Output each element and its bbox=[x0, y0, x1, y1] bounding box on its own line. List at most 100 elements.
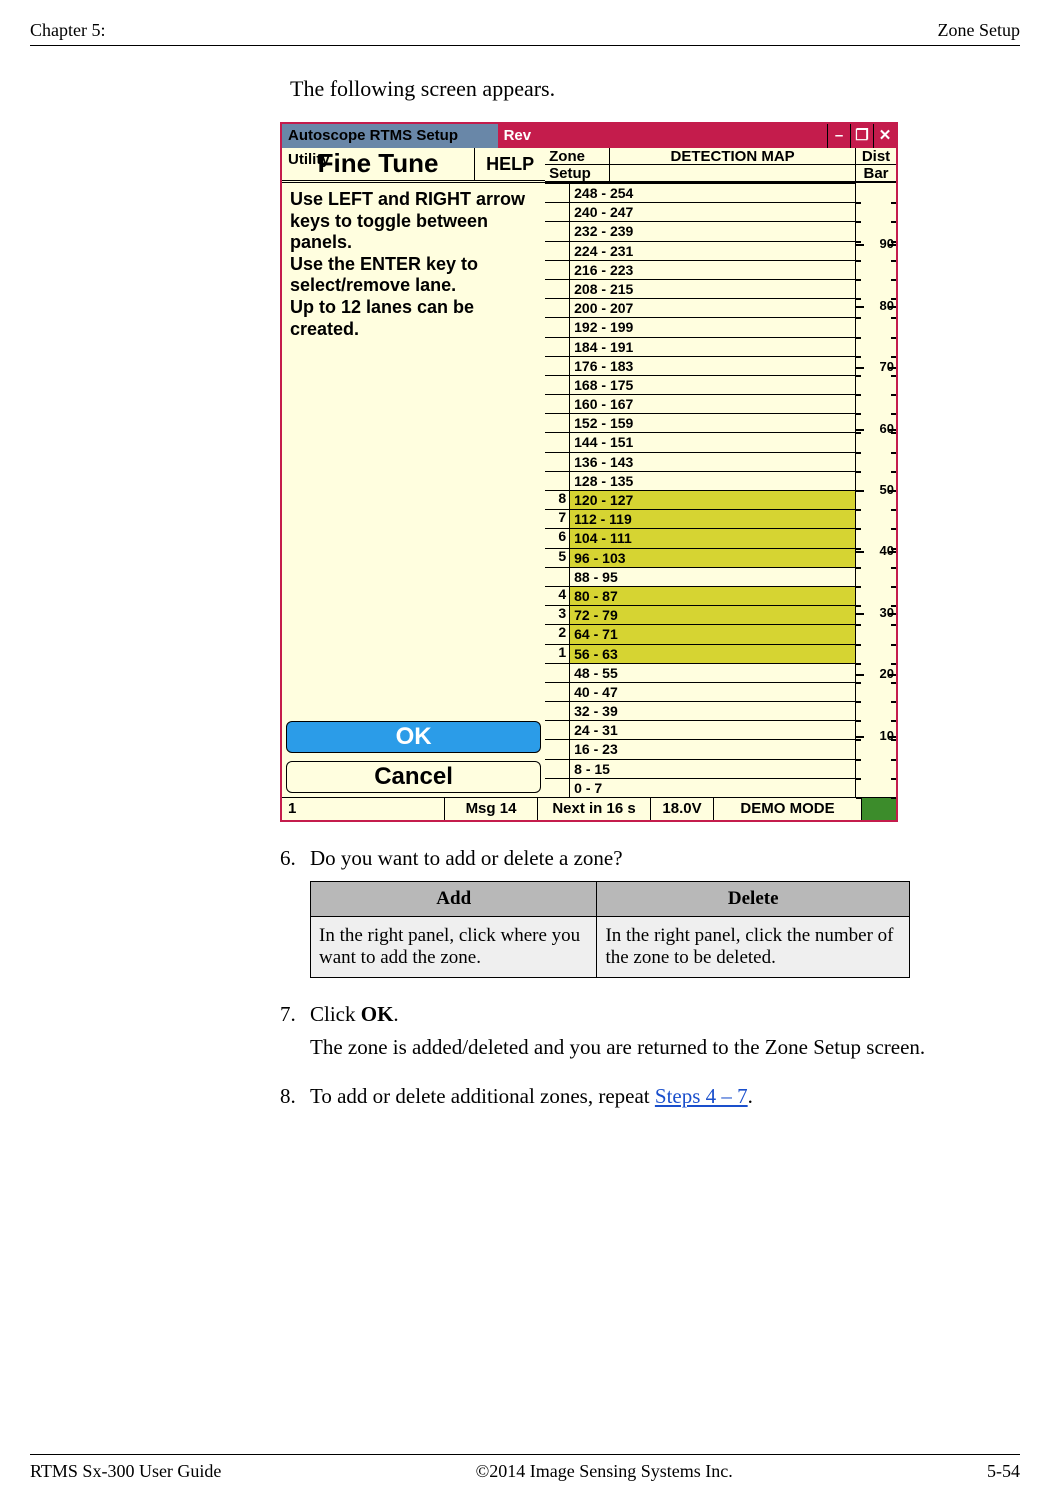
range-row[interactable]: 200 - 207 bbox=[570, 298, 855, 317]
add-cell: In the right panel, click where you want… bbox=[311, 917, 597, 978]
zone-cell[interactable] bbox=[545, 221, 569, 240]
range-row[interactable]: 128 - 135 bbox=[570, 471, 855, 490]
range-row[interactable]: 64 - 71 bbox=[570, 624, 855, 643]
status-next: Next in 16 s bbox=[538, 798, 651, 820]
range-row[interactable]: 88 - 95 bbox=[570, 567, 855, 586]
zone-cell[interactable] bbox=[545, 567, 569, 586]
range-row[interactable]: 16 - 23 bbox=[570, 739, 855, 758]
range-row[interactable]: 144 - 151 bbox=[570, 432, 855, 451]
step-number: 8. bbox=[280, 1084, 310, 1109]
zone-cell[interactable] bbox=[545, 183, 569, 202]
intro-text: The following screen appears. bbox=[290, 76, 1020, 102]
zone-cell[interactable] bbox=[545, 260, 569, 279]
ok-button[interactable]: OK bbox=[286, 721, 541, 753]
zone-header: Zone bbox=[545, 148, 610, 164]
zone-cell[interactable] bbox=[545, 279, 569, 298]
rev-label: Rev bbox=[498, 124, 548, 148]
zone-cell[interactable] bbox=[545, 701, 569, 720]
zone-cell[interactable] bbox=[545, 337, 569, 356]
range-row[interactable]: 8 - 15 bbox=[570, 759, 855, 778]
zone-cell[interactable] bbox=[545, 432, 569, 451]
status-index: 1 bbox=[282, 798, 445, 820]
fine-tune-title: Fine Tune bbox=[282, 148, 474, 180]
zone-cell[interactable] bbox=[545, 202, 569, 221]
close-icon[interactable]: ✕ bbox=[873, 124, 896, 148]
range-row[interactable]: 160 - 167 bbox=[570, 394, 855, 413]
zone-cell[interactable]: 4 bbox=[545, 586, 569, 605]
zone-cell[interactable] bbox=[545, 778, 569, 797]
delete-cell: In the right panel, click the number of … bbox=[597, 917, 910, 978]
window-title: Autoscope RTMS Setup Utility bbox=[282, 124, 498, 148]
range-row[interactable]: 224 - 231 bbox=[570, 241, 855, 260]
range-row[interactable]: 56 - 63 bbox=[570, 644, 855, 663]
range-row[interactable]: 192 - 199 bbox=[570, 317, 855, 336]
zone-cell[interactable] bbox=[545, 394, 569, 413]
step-number: 7. bbox=[280, 1002, 310, 1027]
range-row[interactable]: 24 - 31 bbox=[570, 720, 855, 739]
zone-cell[interactable]: 8 bbox=[545, 490, 569, 509]
footer-left: RTMS Sx-300 User Guide bbox=[30, 1461, 221, 1482]
range-row[interactable]: 72 - 79 bbox=[570, 605, 855, 624]
zone-cell[interactable] bbox=[545, 759, 569, 778]
maximize-icon[interactable]: ❐ bbox=[850, 124, 873, 148]
range-row[interactable]: 240 - 247 bbox=[570, 202, 855, 221]
instructions: Use LEFT and RIGHT arrow keys to toggle … bbox=[282, 183, 545, 717]
zone-cell[interactable] bbox=[545, 720, 569, 739]
range-row[interactable]: 216 - 223 bbox=[570, 260, 855, 279]
footer-right: 5-54 bbox=[987, 1461, 1020, 1482]
zone-cell[interactable]: 2 bbox=[545, 624, 569, 643]
zone-cell[interactable] bbox=[545, 663, 569, 682]
range-row[interactable]: 112 - 119 bbox=[570, 509, 855, 528]
step-text: Do you want to add or delete a zone? bbox=[310, 846, 623, 871]
range-row[interactable]: 80 - 87 bbox=[570, 586, 855, 605]
section-label: Zone Setup bbox=[938, 20, 1021, 41]
zone-cell[interactable] bbox=[545, 356, 569, 375]
chapter-label: Chapter 5: bbox=[30, 20, 105, 41]
step-7: 7. Click OK. bbox=[280, 1002, 1020, 1027]
zone-number-column[interactable]: 1234 5678 bbox=[545, 183, 570, 797]
zone-cell[interactable]: 7 bbox=[545, 509, 569, 528]
minimize-icon[interactable]: – bbox=[827, 124, 850, 148]
range-row[interactable]: 40 - 47 bbox=[570, 682, 855, 701]
steps-link[interactable]: Steps 4 – 7 bbox=[655, 1084, 748, 1108]
zone-cell[interactable] bbox=[545, 413, 569, 432]
range-row[interactable]: 0 - 7 bbox=[570, 778, 855, 797]
zone-cell[interactable]: 5 bbox=[545, 548, 569, 567]
range-row[interactable]: 152 - 159 bbox=[570, 413, 855, 432]
bar-header: Bar bbox=[855, 165, 896, 181]
zone-cell[interactable]: 6 bbox=[545, 528, 569, 547]
zone-cell[interactable] bbox=[545, 471, 569, 490]
range-row[interactable]: 176 - 183 bbox=[570, 356, 855, 375]
page-header: Chapter 5: Zone Setup bbox=[30, 20, 1020, 46]
app-window: Autoscope RTMS Setup Utility Rev – ❐ ✕ F… bbox=[280, 122, 898, 822]
page-footer: RTMS Sx-300 User Guide ©2014 Image Sensi… bbox=[30, 1454, 1020, 1482]
range-row[interactable]: 168 - 175 bbox=[570, 375, 855, 394]
footer-center: ©2014 Image Sensing Systems Inc. bbox=[476, 1461, 733, 1482]
zone-cell[interactable] bbox=[545, 682, 569, 701]
range-row[interactable]: 208 - 215 bbox=[570, 279, 855, 298]
delete-header: Delete bbox=[597, 882, 910, 917]
step-7-sub: The zone is added/deleted and you are re… bbox=[310, 1035, 1020, 1060]
zone-cell[interactable]: 3 bbox=[545, 605, 569, 624]
range-row[interactable]: 232 - 239 bbox=[570, 221, 855, 240]
range-row[interactable]: 248 - 254 bbox=[570, 183, 855, 202]
zone-cell[interactable] bbox=[545, 241, 569, 260]
zone-cell[interactable] bbox=[545, 375, 569, 394]
range-row[interactable]: 32 - 39 bbox=[570, 701, 855, 720]
zone-cell[interactable] bbox=[545, 317, 569, 336]
range-row[interactable]: 184 - 191 bbox=[570, 337, 855, 356]
detection-map-list[interactable]: 0 - 78 - 1516 - 2324 - 3132 - 3940 - 474… bbox=[570, 183, 856, 797]
zone-cell[interactable] bbox=[545, 452, 569, 471]
zone-cell[interactable] bbox=[545, 739, 569, 758]
range-row[interactable]: 104 - 111 bbox=[570, 528, 855, 547]
zone-cell[interactable]: 1 bbox=[545, 644, 569, 663]
range-row[interactable]: 48 - 55 bbox=[570, 663, 855, 682]
setup-header: Setup bbox=[545, 165, 610, 181]
cancel-button[interactable]: Cancel bbox=[286, 761, 541, 793]
range-row[interactable]: 96 - 103 bbox=[570, 548, 855, 567]
range-row[interactable]: 120 - 127 bbox=[570, 490, 855, 509]
step-8: 8. To add or delete additional zones, re… bbox=[280, 1084, 1020, 1109]
zone-cell[interactable] bbox=[545, 298, 569, 317]
help-button[interactable]: HELP bbox=[474, 148, 545, 180]
range-row[interactable]: 136 - 143 bbox=[570, 452, 855, 471]
